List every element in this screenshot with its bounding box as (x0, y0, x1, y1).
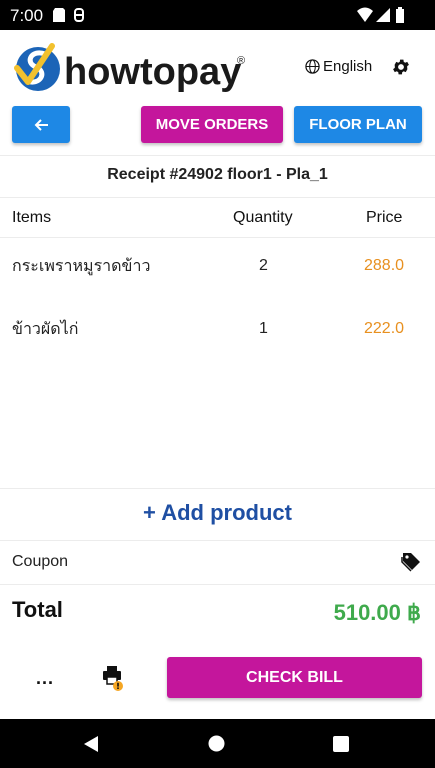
language-label: English (323, 58, 373, 75)
battery-icon (396, 7, 404, 23)
move-orders-button[interactable]: MOVE ORDERS (141, 106, 283, 143)
divider (0, 237, 435, 238)
item-price: 222.0 (364, 320, 405, 337)
item-name: กระเพราหมูราดข้าว (12, 258, 151, 275)
printer-icon[interactable] (102, 665, 126, 691)
coupon-label: Coupon (12, 553, 69, 570)
floor-plan-button[interactable]: FLOOR PLAN (294, 106, 422, 143)
sync-icon (74, 8, 84, 22)
app-header: howtopay ® English (0, 30, 435, 105)
back-button[interactable] (12, 106, 70, 143)
nav-home-icon[interactable] (208, 735, 225, 752)
column-header-items: Items (12, 209, 52, 226)
total-label: Total (12, 597, 63, 622)
signal-icon (376, 8, 390, 22)
coupon-tag-icon[interactable] (401, 551, 421, 573)
status-bar: 7:00 (0, 0, 435, 30)
arrow-left-icon (34, 118, 48, 131)
item-name: ข้าวผัดไก่ (12, 321, 79, 338)
add-product-button[interactable]: + Add product (0, 500, 435, 526)
item-quantity: 2 (259, 257, 268, 274)
receipt-title: Receipt #24902 floor1 - Pla_1 (107, 166, 328, 183)
system-nav-bar (0, 719, 435, 768)
more-options-button[interactable]: ... (36, 668, 54, 689)
divider (0, 197, 435, 198)
registered-mark: ® (237, 55, 245, 67)
divider (0, 584, 435, 585)
sd-card-icon (53, 8, 65, 22)
language-selector[interactable]: English (305, 58, 372, 75)
total-value: 510.00 ฿ (333, 600, 421, 625)
howtopay-logo: howtopay ® (14, 43, 245, 93)
nav-recents-icon[interactable] (333, 736, 349, 752)
gear-icon[interactable] (391, 57, 411, 77)
globe-icon (305, 59, 320, 74)
item-quantity: 1 (259, 320, 268, 337)
divider (0, 155, 435, 156)
check-bill-button[interactable]: CHECK BILL (167, 657, 422, 698)
wifi-icon (357, 7, 373, 22)
item-price: 288.0 (364, 257, 405, 274)
nav-back-icon[interactable] (83, 735, 99, 753)
brand-name: howtopay (64, 51, 241, 93)
divider (0, 540, 435, 541)
divider (0, 488, 435, 489)
status-time: 7:00 (10, 6, 44, 25)
column-header-price: Price (366, 209, 403, 226)
column-header-quantity: Quantity (233, 209, 293, 226)
